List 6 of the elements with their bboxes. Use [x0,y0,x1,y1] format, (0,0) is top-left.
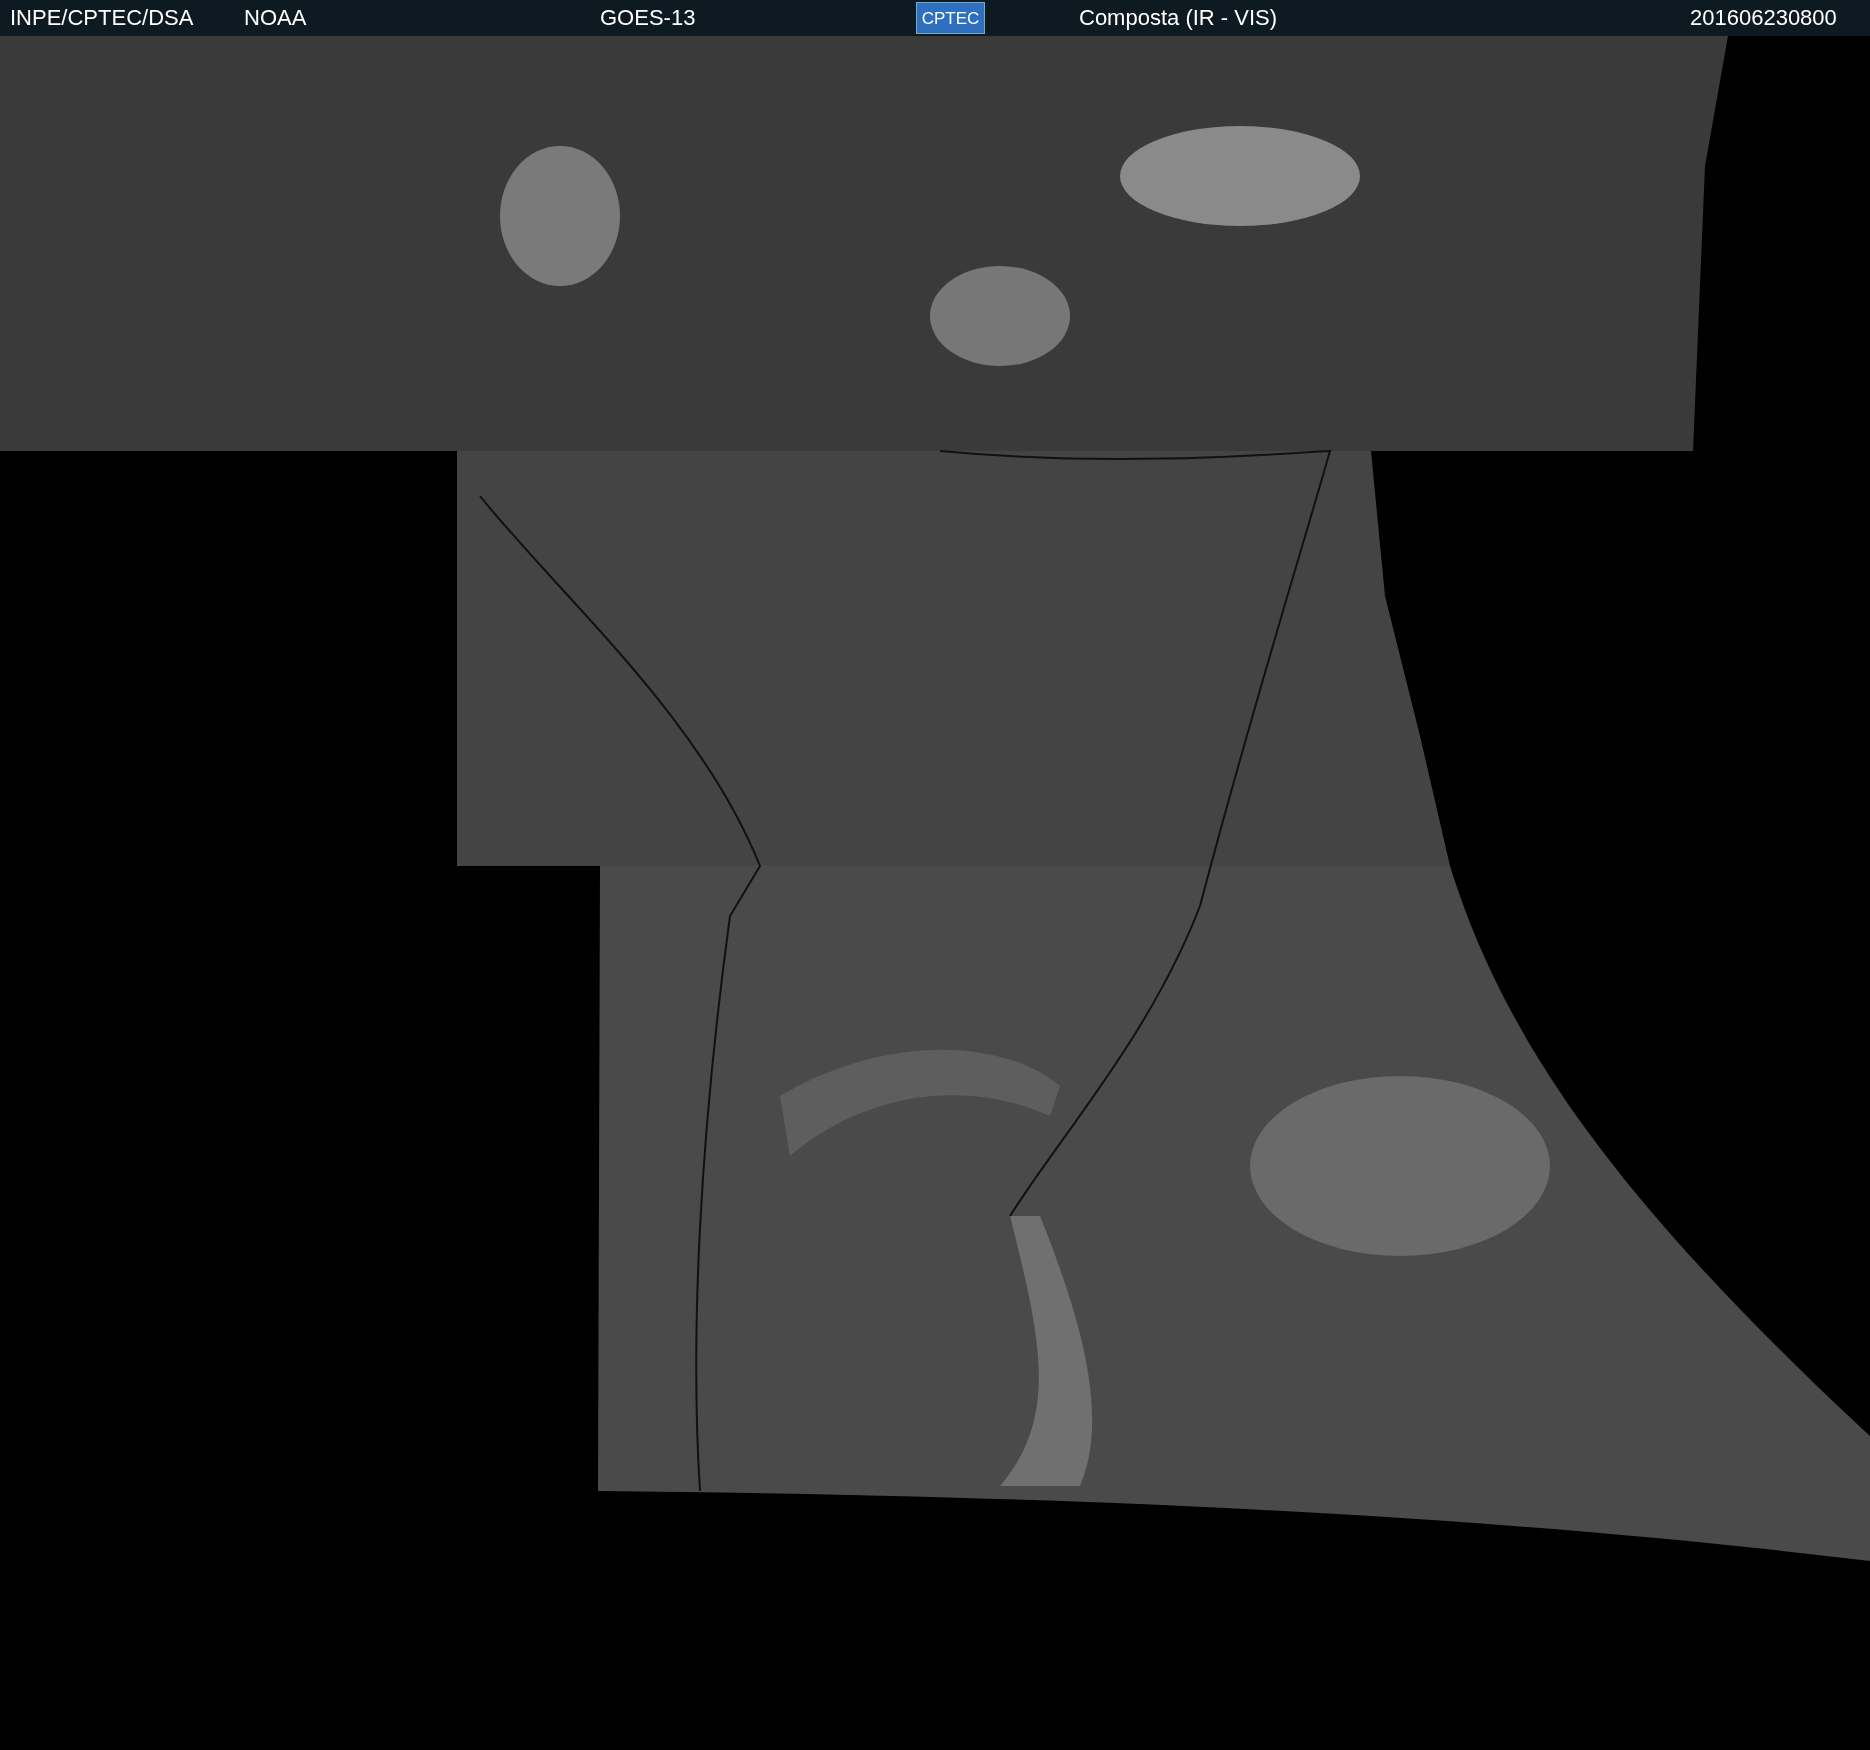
header-label: 201606230800 [1690,6,1837,30]
logo: CPTEC [916,2,985,34]
header-label: GOES-13 [600,6,696,30]
header-label: INPE/CPTEC/DSA [10,6,194,30]
header-label: NOAA [244,6,307,30]
header-label: Composta (IR - VIS) [1079,6,1278,30]
